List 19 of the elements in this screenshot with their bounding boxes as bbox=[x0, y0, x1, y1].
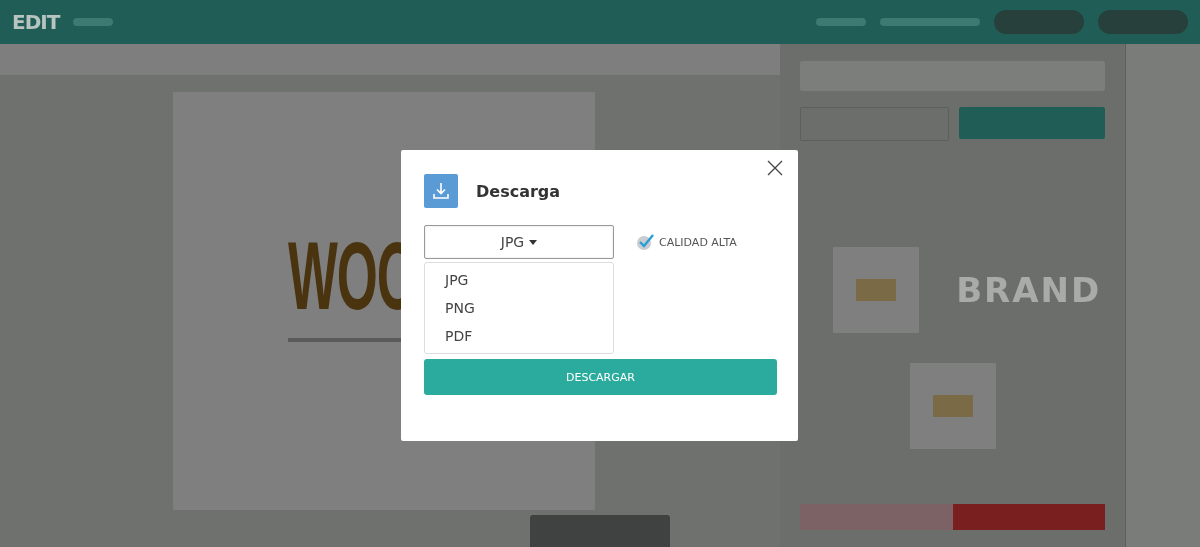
header-button[interactable] bbox=[1098, 10, 1188, 34]
dialog-title: Descarga bbox=[476, 181, 561, 201]
banner[interactable] bbox=[952, 504, 1105, 530]
format-select[interactable]: JPG bbox=[424, 225, 614, 259]
header-button[interactable] bbox=[994, 10, 1084, 34]
close-icon[interactable] bbox=[767, 160, 783, 176]
download-icon bbox=[424, 174, 458, 208]
zoom-controls[interactable] bbox=[530, 515, 670, 547]
checkbox-label: CALIDAD ALTA bbox=[659, 235, 737, 249]
template-thumbnail[interactable] bbox=[909, 363, 996, 449]
banner[interactable] bbox=[800, 504, 953, 530]
caret-icon bbox=[529, 239, 538, 245]
format-option[interactable]: PDF bbox=[425, 322, 613, 350]
format-option[interactable]: JPG bbox=[425, 266, 613, 294]
format-option[interactable]: PNG bbox=[425, 294, 613, 322]
checkbox[interactable] bbox=[636, 233, 654, 251]
logo: EDIT bbox=[12, 10, 60, 34]
template-thumbnail[interactable] bbox=[833, 247, 920, 333]
panel-button[interactable] bbox=[958, 107, 1105, 139]
